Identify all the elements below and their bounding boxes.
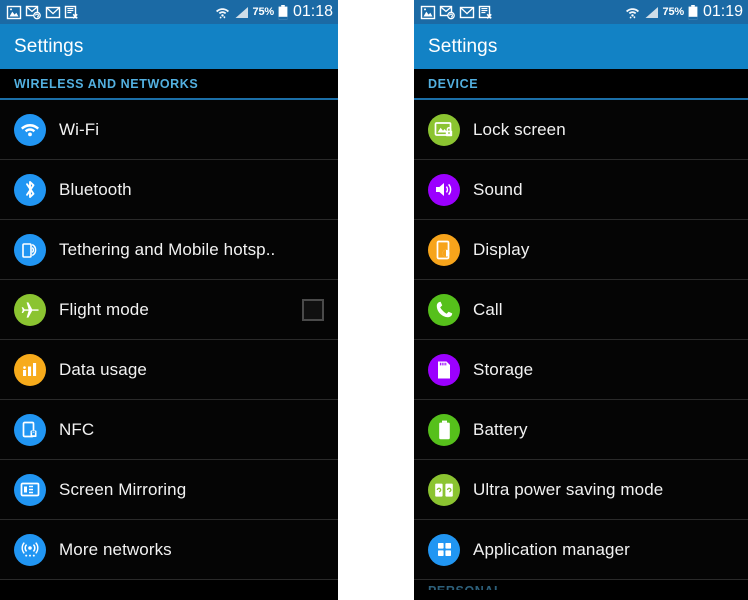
settings-list-left: Wi-Fi Bluetooth Tethering and Mobile hot… <box>0 100 338 580</box>
screen-mirroring-icon <box>14 473 46 506</box>
settings-item-bluetooth[interactable]: Bluetooth <box>0 160 338 220</box>
settings-item-more-networks[interactable]: More networks <box>0 520 338 580</box>
bluetooth-icon <box>14 173 46 206</box>
settings-item-label: Tethering and Mobile hotsp.. <box>59 239 276 259</box>
settings-item-tethering-and-mobile-hotspot[interactable]: Tethering and Mobile hotsp.. <box>0 220 338 280</box>
settings-item-label: Flight mode <box>59 299 149 319</box>
airplane-icon <box>14 293 46 326</box>
battery-icon <box>278 4 288 20</box>
settings-item-label: Data usage <box>59 359 147 379</box>
flight-mode-checkbox[interactable] <box>302 298 324 321</box>
phone-screen-right: 75% 01:19 Settings DEVICE Lock screen So… <box>414 0 748 600</box>
battery-settings-icon <box>428 413 460 446</box>
settings-item-sound[interactable]: Sound <box>414 160 748 220</box>
section-header-device: DEVICE <box>414 69 748 100</box>
status-bar: 75% 01:19 <box>414 0 748 24</box>
settings-item-label: Screen Mirroring <box>59 479 187 499</box>
battery-icon <box>688 4 698 20</box>
image-icon <box>420 5 436 19</box>
document-delete-icon <box>64 5 79 19</box>
wifi-icon <box>14 113 46 146</box>
email-sync-icon <box>25 5 41 19</box>
nfc-icon <box>14 413 46 446</box>
settings-list-right: Lock screen Sound Display Call Storage B… <box>414 100 748 590</box>
section-header-label: DEVICE <box>428 76 479 91</box>
mail-icon <box>459 6 475 19</box>
settings-item-label: Storage <box>473 359 534 379</box>
page-title: Settings <box>428 35 498 57</box>
data-usage-icon <box>14 353 46 386</box>
battery-percent-label: 75% <box>662 6 685 18</box>
sound-icon <box>428 173 460 206</box>
settings-item-label: Ultra power saving mode <box>473 479 664 499</box>
settings-item-storage[interactable]: Storage <box>414 340 748 400</box>
settings-item-screen-mirroring[interactable]: Screen Mirroring <box>0 460 338 520</box>
settings-item-nfc[interactable]: NFC <box>0 400 338 460</box>
settings-item-label: NFC <box>59 419 95 439</box>
settings-item-label: Bluetooth <box>59 179 132 199</box>
lock-screen-icon <box>428 113 460 146</box>
document-delete-icon <box>478 5 493 19</box>
settings-item-battery[interactable]: Battery <box>414 400 748 460</box>
settings-item-call[interactable]: Call <box>414 280 748 340</box>
image-icon <box>6 5 22 19</box>
section-header-wireless-and-networks: WIRELESS AND NETWORKS <box>0 69 338 100</box>
mail-icon <box>45 6 61 19</box>
phone-screen-left: 75% 01:18 Settings WIRELESS AND NETWORKS <box>0 0 338 600</box>
settings-item-lock-screen[interactable]: Lock screen <box>414 100 748 160</box>
section-header-personal-partial: PERSONAL <box>414 580 748 590</box>
settings-item-label: Call <box>473 299 503 319</box>
status-clock: 01:18 <box>292 3 333 20</box>
more-networks-icon <box>14 533 46 566</box>
settings-item-application-manager[interactable]: Application manager <box>414 520 748 580</box>
settings-item-label: Display <box>473 239 530 259</box>
battery-percent-label: 75% <box>252 6 275 18</box>
wifi-icon <box>215 5 230 19</box>
display-icon <box>428 233 460 266</box>
wifi-icon <box>625 5 640 19</box>
page-title: Settings <box>14 35 84 57</box>
signal-icon <box>234 6 249 19</box>
email-sync-icon <box>439 5 455 19</box>
settings-item-display[interactable]: Display <box>414 220 748 280</box>
status-notification-icons <box>420 5 625 19</box>
status-clock: 01:19 <box>702 3 743 20</box>
call-icon <box>428 293 460 326</box>
status-system-icons: 75% 01:18 <box>215 3 333 21</box>
action-bar: Settings <box>0 24 338 69</box>
storage-icon <box>428 353 460 386</box>
tethering-icon <box>14 233 46 266</box>
settings-item-data-usage[interactable]: Data usage <box>0 340 338 400</box>
status-bar: 75% 01:18 <box>0 0 338 24</box>
section-header-label: WIRELESS AND NETWORKS <box>14 76 199 91</box>
settings-item-label: Battery <box>473 419 528 439</box>
ultra-power-saving-icon <box>428 473 460 506</box>
application-manager-icon <box>428 533 460 566</box>
dual-screenshot-container: 75% 01:18 Settings WIRELESS AND NETWORKS <box>0 0 748 600</box>
settings-item-label: Application manager <box>473 539 630 559</box>
settings-item-wifi[interactable]: Wi-Fi <box>0 100 338 160</box>
settings-item-label: Lock screen <box>473 119 566 139</box>
settings-item-label: Wi-Fi <box>59 119 100 139</box>
settings-item-label: Sound <box>473 179 523 199</box>
signal-icon <box>644 6 659 19</box>
settings-item-flight-mode[interactable]: Flight mode <box>0 280 338 340</box>
status-system-icons: 75% 01:19 <box>625 3 743 21</box>
section-header-label: PERSONAL <box>428 584 502 590</box>
settings-item-label: More networks <box>59 539 172 559</box>
action-bar: Settings <box>414 24 748 69</box>
status-notification-icons <box>6 5 215 19</box>
settings-item-ultra-power-saving-mode[interactable]: Ultra power saving mode <box>414 460 748 520</box>
